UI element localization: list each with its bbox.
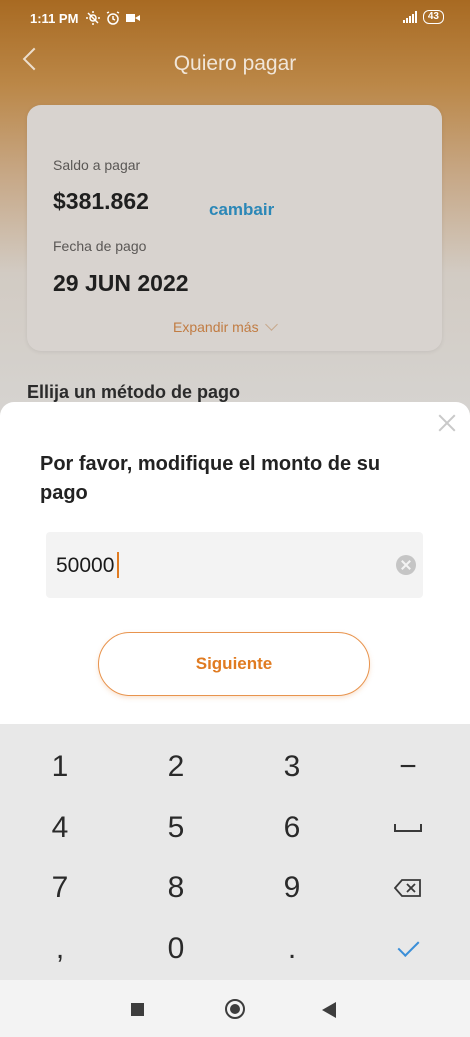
alarm-icon	[107, 11, 120, 25]
amount-dialog: Por favor, modifique el monto de su pago…	[0, 402, 470, 724]
key-done[interactable]	[350, 919, 466, 979]
video-icon	[126, 14, 141, 22]
home-icon[interactable]	[225, 999, 245, 1019]
key-comma[interactable]: ,	[2, 919, 118, 979]
balance-value: $381.862	[53, 188, 149, 214]
recents-icon[interactable]	[131, 1003, 144, 1016]
page-title: Quiero pagar	[173, 52, 297, 75]
status-bar: 1:11 PM 43	[0, 0, 470, 36]
chevron-down-icon	[264, 318, 278, 331]
space-icon	[394, 824, 422, 832]
numeric-keypad: 1 2 3 − 4 5 6 7 8 9 , 0 .	[0, 724, 470, 980]
back-icon[interactable]	[322, 1002, 336, 1018]
key-delete[interactable]	[350, 858, 466, 918]
key-6[interactable]: 6	[234, 798, 350, 858]
key-5[interactable]: 5	[118, 798, 234, 858]
key-8[interactable]: 8	[118, 858, 234, 918]
status-right: 43	[402, 10, 444, 24]
navigation-bar	[0, 980, 470, 1037]
key-7[interactable]: 7	[2, 858, 118, 918]
key-0[interactable]: 0	[118, 919, 234, 979]
change-link[interactable]: cambair	[209, 200, 274, 220]
expand-button[interactable]: Expandir más	[173, 318, 278, 335]
backspace-icon	[394, 879, 421, 897]
status-time: 1:11 PM	[30, 10, 79, 26]
screen: 1:11 PM 43 Quiero pagar Saldo a pagar $3…	[0, 0, 470, 1037]
expand-label: Expandir más	[173, 319, 259, 335]
key-3[interactable]: 3	[234, 737, 350, 797]
date-value: 29 JUN 2022	[53, 270, 189, 296]
key-2[interactable]: 2	[118, 737, 234, 797]
key-space[interactable]	[350, 798, 466, 858]
amount-input[interactable]	[54, 532, 378, 600]
balance-label: Saldo a pagar	[53, 157, 141, 173]
sun-off-icon	[86, 11, 101, 25]
next-button[interactable]: Siguiente	[98, 632, 370, 696]
summary-card: Saldo a pagar $381.862 cambair Fecha de …	[27, 105, 442, 351]
key-1[interactable]: 1	[2, 737, 118, 797]
key-minus[interactable]: −	[350, 737, 466, 797]
key-4[interactable]: 4	[2, 798, 118, 858]
key-9[interactable]: 9	[234, 858, 350, 918]
key-period[interactable]: .	[234, 919, 350, 979]
amount-field[interactable]	[46, 532, 423, 600]
close-icon[interactable]	[438, 414, 456, 432]
date-label: Fecha de pago	[53, 238, 147, 254]
signal-icon	[402, 11, 417, 23]
method-heading: Ellija un método de pago	[27, 382, 241, 402]
text-caret	[117, 552, 119, 578]
check-icon	[397, 935, 419, 957]
status-icons	[86, 11, 141, 25]
battery-icon: 43	[422, 10, 444, 24]
dialog-prompt: Por favor, modifique el monto de su pago	[40, 453, 381, 504]
clear-icon[interactable]	[396, 555, 416, 575]
